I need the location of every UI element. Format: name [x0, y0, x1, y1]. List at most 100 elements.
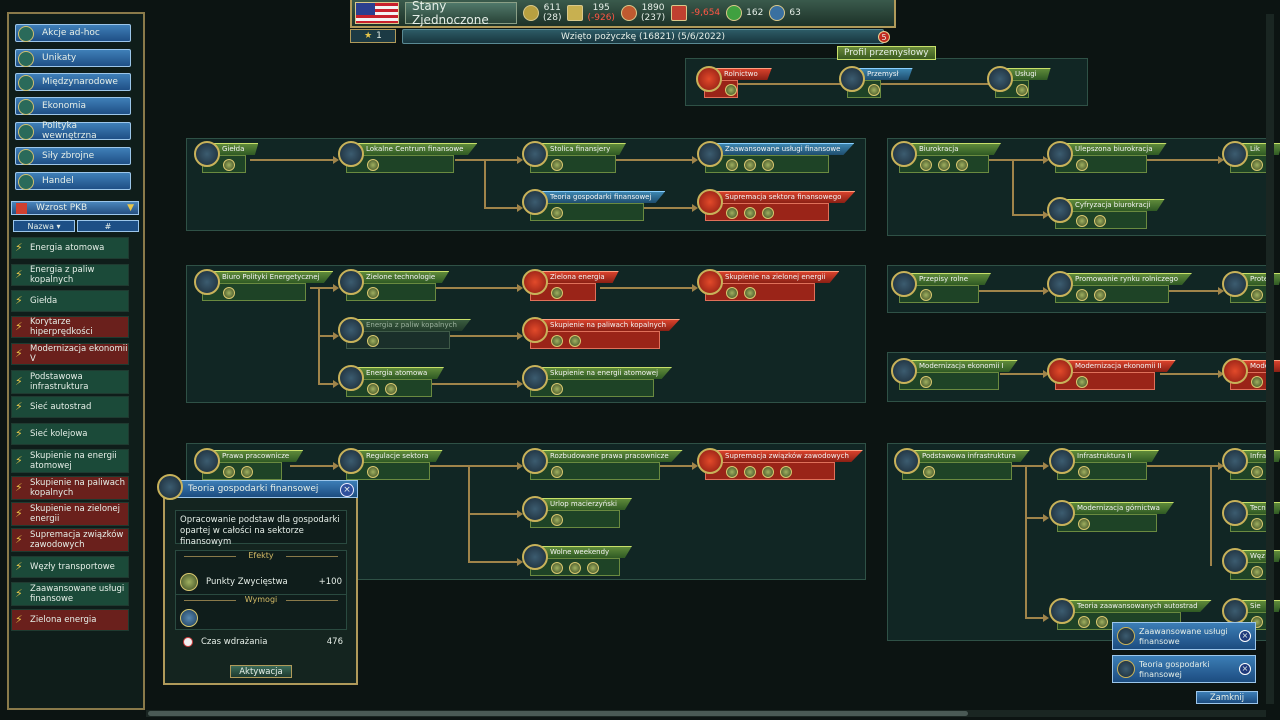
sidebar-list-item[interactable]: ⚡ Podstawowa infrastruktura — [11, 370, 129, 394]
effect-icon — [956, 159, 968, 171]
tech-node[interactable]: Energia atomowa — [338, 365, 464, 405]
category-button-trade[interactable]: Handel — [15, 172, 131, 190]
sidebar-list-item[interactable]: ⚡ Korytarze hiperprędkości — [11, 316, 129, 338]
category-button-economy[interactable]: Ekonomia — [15, 97, 131, 115]
tech-node[interactable]: Promowanie rynku rolniczego — [1047, 271, 1201, 311]
sidebar-list-item[interactable]: ⚡ Skupienie na zielonej energii — [11, 502, 129, 526]
tech-icon — [338, 269, 364, 295]
notification-finance-theory[interactable]: Teoria gospodarki finansowej × — [1112, 655, 1256, 683]
tech-node[interactable]: Cyfryzacja biurokracji — [1047, 197, 1179, 237]
close-icon[interactable]: × — [1239, 663, 1251, 675]
tech-node[interactable]: Biuro Polityki Energetycznej — [194, 269, 338, 309]
tech-node[interactable]: Ulepszona biurokracja — [1047, 141, 1179, 181]
sidebar-list-item[interactable]: ⚡ Energia atomowa — [11, 237, 129, 259]
scrollbar-thumb[interactable] — [148, 711, 968, 716]
tech-node[interactable]: Stolica finansjery — [522, 141, 648, 181]
tech-node[interactable]: Rolnictwo — [696, 66, 772, 106]
tech-node[interactable]: Lokalne Centrum finansowe — [338, 141, 486, 181]
tech-node[interactable]: Infrastruktura II — [1049, 448, 1179, 488]
activate-button[interactable]: Aktywacja — [230, 665, 292, 678]
category-button-adhoc[interactable]: Akcje ad-hoc — [15, 24, 131, 42]
requirement-row[interactable] — [180, 605, 342, 631]
country-flag-icon[interactable] — [355, 2, 399, 24]
tech-node[interactable]: Przemysł — [839, 66, 913, 106]
tech-icon — [697, 448, 723, 474]
category-button-military[interactable]: Siły zbrojne — [15, 147, 131, 165]
tech-node-title: Przemysł — [859, 68, 913, 80]
victory-points-resource[interactable]: 611 (28) — [523, 3, 561, 23]
horizontal-scrollbar[interactable] — [146, 710, 1266, 717]
tech-icon: ⚡ — [15, 481, 23, 494]
country-name[interactable]: Stany Zjednoczone — [405, 0, 517, 27]
tech-node[interactable]: Podstawowa infrastruktura — [894, 448, 1044, 488]
money-resource[interactable]: 195 (-926) — [567, 3, 615, 23]
tech-icon — [891, 358, 917, 384]
sort-by-number-button[interactable]: # — [77, 220, 139, 232]
effect-icon — [1251, 159, 1263, 171]
requirement-tech-icon[interactable] — [180, 609, 198, 627]
stability-resource[interactable]: 162 — [726, 5, 763, 21]
news-ticker[interactable]: Wzięto pożyczkę (16821) (5/6/2022) — [402, 29, 884, 44]
close-icon[interactable]: × — [1239, 630, 1251, 642]
popup-close-button[interactable]: × — [340, 483, 354, 497]
sidebar-list-item[interactable]: ⚡ Zaawansowane usługi finansowe — [11, 582, 129, 606]
sidebar-list-item[interactable]: ⚡ Sieć autostrad — [11, 396, 129, 418]
effect-icon — [1251, 466, 1263, 478]
notification-advanced-finance[interactable]: Zaawansowane usługi finansowe × — [1112, 622, 1256, 650]
sidebar-list-item[interactable]: ⚡ Modernizacja ekonomii V — [11, 343, 129, 365]
tech-node[interactable]: Zielone technologie — [338, 269, 468, 309]
tech-node[interactable]: Modernizacja ekonomii I — [891, 358, 1031, 398]
sidebar-list-item[interactable]: ⚡ Skupienie na paliwach kopalnych — [11, 476, 129, 500]
tech-node-title: Biurokracja — [911, 143, 1001, 155]
sidebar-list-item[interactable]: ⚡ Skupienie na energii atomowej — [11, 449, 129, 473]
effect-icon — [1076, 159, 1088, 171]
policy-icon — [18, 124, 34, 140]
tech-node[interactable]: Skupienie na zielonej energii — [697, 269, 847, 309]
research-resource[interactable]: 63 — [769, 5, 801, 21]
sidebar-list-item[interactable]: ⚡ Giełda — [11, 290, 129, 312]
category-button-unique[interactable]: Unikaty — [15, 49, 131, 67]
tech-node[interactable]: Giełda — [194, 141, 278, 181]
tech-node[interactable]: Skupienie na energii atomowej — [522, 365, 686, 405]
turn-counter[interactable]: ★ 1 — [350, 29, 396, 43]
tech-node[interactable]: Supremacja sektora finansowego — [697, 189, 861, 229]
population-resource[interactable]: 1890 (237) — [620, 3, 665, 23]
tech-icon — [987, 66, 1013, 92]
tech-node[interactable]: Zielona energia — [522, 269, 628, 309]
sidebar-list-item[interactable]: ⚡ Supremacja związków zawodowych — [11, 528, 129, 552]
tech-node[interactable]: Modernizacja górnictwa — [1049, 500, 1189, 540]
tech-node[interactable]: Przepisy rolne — [891, 271, 1011, 311]
tech-node[interactable]: Usługi — [987, 66, 1061, 106]
tech-node-title: Przepisy rolne — [911, 273, 991, 285]
category-button-domestic-policy[interactable]: Polityka wewnętrzna — [15, 121, 131, 141]
economy-icon — [18, 99, 34, 115]
tech-node[interactable]: Zaawansowane usługi finansowe — [697, 141, 861, 181]
tech-icon: ⚡ — [15, 294, 23, 307]
effect-icon — [1078, 518, 1090, 530]
vertical-scrollbar[interactable] — [1266, 14, 1274, 704]
tech-icon: ⚡ — [15, 268, 23, 281]
tech-node-title: Cyfryzacja biurokracji — [1067, 199, 1165, 211]
tech-node[interactable]: Skupienie na paliwach kopalnych — [522, 317, 692, 357]
tech-node[interactable]: Teoria gospodarki finansowej — [522, 189, 676, 229]
close-button[interactable]: Zamknij — [1196, 691, 1258, 704]
news-count-badge[interactable]: 5 — [878, 31, 890, 43]
gdp-resource[interactable]: -9,654 — [671, 5, 720, 21]
effect-icon — [551, 287, 563, 299]
sort-by-name-button[interactable]: Nazwa ▾ — [13, 220, 75, 232]
sidebar-list-item[interactable]: ⚡ Energia z paliw kopalnych — [11, 264, 129, 286]
tech-node[interactable]: Urlop macierzyński — [522, 496, 652, 536]
tech-node[interactable]: Supremacja związków zawodowych — [697, 448, 867, 488]
tech-node[interactable]: Wolne weekendy — [522, 544, 652, 584]
tech-node[interactable]: Modernizacja ekonomii II — [1047, 358, 1187, 398]
tech-node[interactable]: Energia z paliw kopalnych — [338, 317, 482, 357]
sidebar-list-item[interactable]: ⚡ Sieć kolejowa — [11, 423, 129, 445]
gdp-dropdown[interactable]: Wzrost PKB ▼ — [11, 201, 139, 215]
sidebar-list-item[interactable]: ⚡ Węzły transportowe — [11, 556, 129, 578]
tech-node[interactable]: Rozbudowane prawa pracownicze — [522, 448, 692, 488]
tech-node[interactable]: Biurokracja — [891, 141, 1021, 181]
category-button-international[interactable]: Międzynarodowe — [15, 73, 131, 91]
sidebar-list-item[interactable]: ⚡ Zielona energia — [11, 609, 129, 631]
effect-icon — [569, 335, 581, 347]
effect-icon — [1251, 518, 1263, 530]
